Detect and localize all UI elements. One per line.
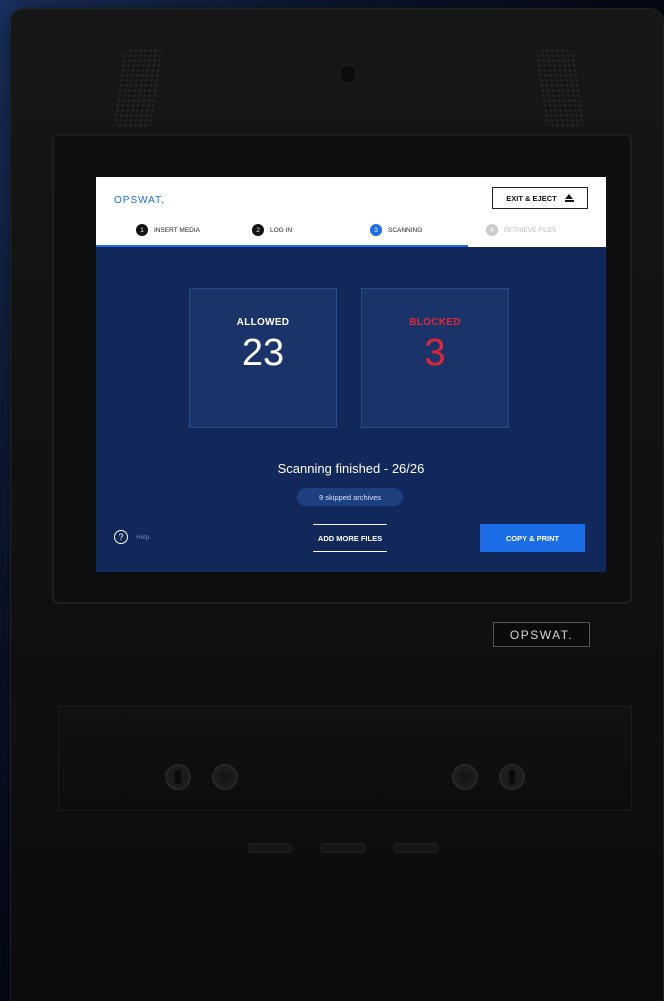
step-log-in: 2 LOG IN: [252, 224, 292, 236]
eject-icon: [564, 194, 574, 202]
card-readers: [248, 836, 438, 860]
help-button[interactable]: ? Help: [114, 530, 149, 544]
reader-slot: [248, 843, 292, 853]
help-label: Help: [136, 533, 150, 541]
reader-slot: [321, 843, 365, 853]
exit-eject-label: EXIT & EJECT: [506, 193, 557, 203]
media-ports-panel: [58, 706, 632, 811]
step-insert-media: 1 INSERT MEDIA: [136, 224, 200, 236]
brand-plate: OPSWAT.: [493, 622, 590, 647]
step-label: LOG IN: [270, 226, 293, 234]
step-retrieve-files: 4 RETRIEVE FILES: [486, 224, 556, 236]
step-label: SCANNING: [388, 226, 423, 234]
step-number: 4: [486, 224, 498, 236]
kiosk-screen: OPSWAT. EXIT & EJECT 1 INSERT MEDIA 2 LO…: [96, 177, 606, 572]
blocked-count-card: BLOCKED 3: [361, 288, 509, 428]
step-number: 2: [252, 224, 264, 236]
right-speaker-grille: [534, 48, 586, 128]
brand-logo: OPSWAT.: [114, 195, 165, 206]
usb-port-right: [499, 764, 525, 790]
step-number: 3: [370, 224, 382, 236]
step-label: RETRIEVE FILES: [504, 226, 557, 234]
card-slot-left: [212, 764, 238, 790]
scan-status: Scanning finished - 26/26: [277, 461, 425, 476]
allowed-label: ALLOWED: [236, 317, 290, 328]
help-icon: ?: [114, 530, 128, 544]
allowed-count: 23: [241, 332, 285, 374]
usb-port-left: [165, 764, 191, 790]
copy-print-button[interactable]: COPY & PRINT: [480, 524, 585, 552]
add-more-files-button[interactable]: ADD MORE FILES: [313, 524, 387, 552]
camera: [340, 66, 356, 82]
exit-eject-button[interactable]: EXIT & EJECT: [492, 187, 588, 209]
step-label: INSERT MEDIA: [154, 226, 200, 234]
step-scanning: 3 SCANNING: [370, 224, 422, 236]
left-speaker-grille: [112, 48, 164, 128]
blocked-label: BLOCKED: [409, 317, 461, 328]
step-number: 1: [136, 224, 148, 236]
blocked-count: 3: [424, 332, 446, 374]
top-bar: OPSWAT. EXIT & EJECT 1 INSERT MEDIA 2 LO…: [96, 177, 606, 247]
step-progress-line: [96, 245, 468, 247]
skipped-archives-badge: 9 skipped archives: [297, 488, 403, 506]
allowed-count-card: ALLOWED 23: [189, 288, 337, 428]
reader-slot: [394, 843, 438, 853]
card-slot-right: [452, 764, 478, 790]
